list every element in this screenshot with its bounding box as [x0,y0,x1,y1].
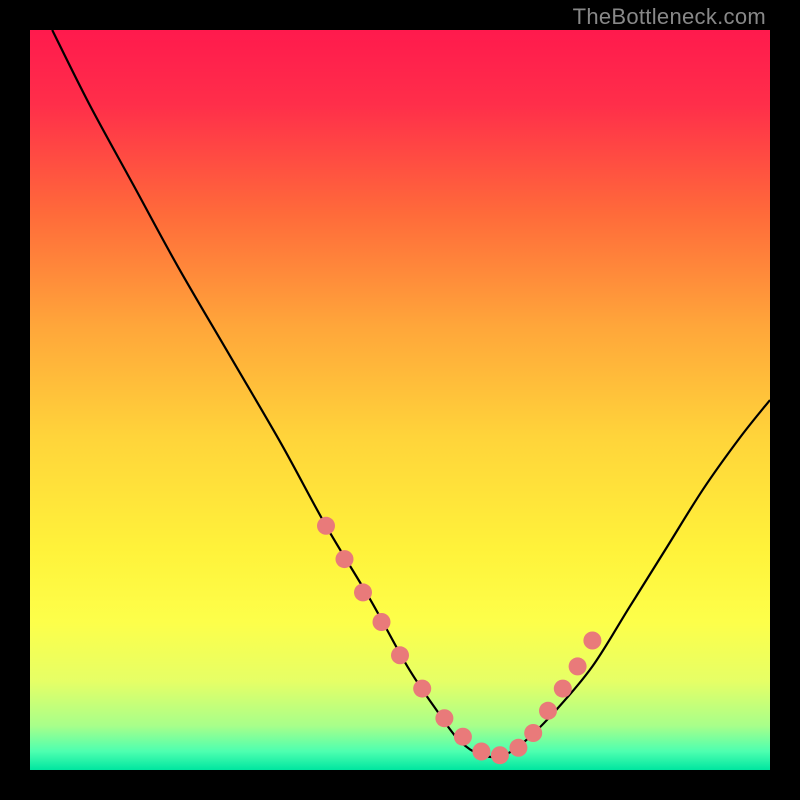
highlight-dot [317,517,335,535]
highlight-dot [509,739,527,757]
highlight-dot [569,657,587,675]
highlight-dot [491,746,509,764]
watermark-text: TheBottleneck.com [573,4,766,30]
chart-container: TheBottleneck.com [0,0,800,800]
highlight-dot [524,724,542,742]
highlight-dot [454,728,472,746]
highlight-dot [336,550,354,568]
highlight-dot [373,613,391,631]
bottleneck-curve [52,30,770,757]
curve-layer [30,30,770,770]
highlight-dot [391,646,409,664]
highlight-dots [317,517,601,764]
plot-area [30,30,770,770]
highlight-dot [435,709,453,727]
highlight-dot [583,632,601,650]
highlight-dot [472,743,490,761]
highlight-dot [554,680,572,698]
highlight-dot [354,583,372,601]
highlight-dot [539,702,557,720]
highlight-dot [413,680,431,698]
